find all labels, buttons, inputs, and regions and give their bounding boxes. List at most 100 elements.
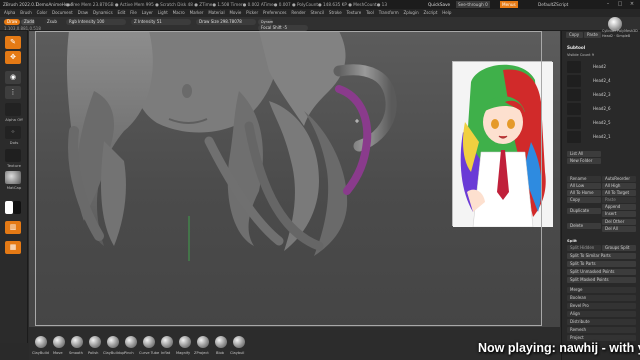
menu-zscript[interactable]: Zscript bbox=[424, 9, 438, 17]
menu-help[interactable]: Help bbox=[442, 9, 451, 17]
menu-movie[interactable]: Movie bbox=[229, 9, 241, 17]
menu-alpha[interactable]: Alpha bbox=[4, 9, 15, 17]
split-section-header[interactable]: Split bbox=[567, 238, 577, 244]
all-to-home-button[interactable]: All To Home bbox=[567, 190, 601, 196]
alpha-selector[interactable] bbox=[5, 103, 21, 116]
groups-split-button[interactable]: Groups Split bbox=[602, 245, 636, 251]
menus-button[interactable]: Menus bbox=[500, 1, 518, 8]
visible-count-slider[interactable]: Visible Count 9 bbox=[567, 53, 594, 58]
move-button[interactable]: ✥ bbox=[5, 51, 21, 64]
align-section[interactable]: Align bbox=[567, 311, 636, 317]
smooth-brush[interactable] bbox=[71, 336, 83, 348]
default-zscript-button[interactable]: DefaultZScript bbox=[538, 0, 568, 9]
blob-brush[interactable] bbox=[215, 336, 227, 348]
del-all-button[interactable]: Del All bbox=[602, 226, 636, 232]
menu-tool[interactable]: Tool bbox=[366, 9, 374, 17]
maximize-icon[interactable]: □ bbox=[614, 1, 626, 8]
new-folder-button[interactable]: New Folder bbox=[567, 158, 601, 164]
stroke-dots-selector[interactable]: ⁘ bbox=[5, 126, 21, 139]
subtool-paste-button[interactable]: Paste bbox=[602, 197, 636, 203]
minimize-icon[interactable]: – bbox=[602, 1, 614, 8]
bevel-pro-section[interactable]: Bevel Pro bbox=[567, 303, 636, 309]
split-masked-points-button[interactable]: Split Masked Points bbox=[567, 277, 636, 283]
zadd-button[interactable]: Zadd bbox=[21, 19, 35, 25]
stroke-selector[interactable]: ⋮ bbox=[5, 86, 21, 99]
viewport[interactable] bbox=[29, 31, 560, 327]
close-icon[interactable]: × bbox=[626, 1, 638, 8]
subtool-item[interactable]: Head2_4 bbox=[567, 75, 639, 87]
insert-button[interactable]: Insert bbox=[602, 211, 636, 217]
autoreorder-button[interactable]: AutoReorder bbox=[602, 176, 636, 182]
duplicate-button[interactable]: Duplicate bbox=[567, 208, 601, 214]
inflat-brush[interactable] bbox=[161, 336, 173, 348]
menu-marker[interactable]: Marker bbox=[190, 9, 204, 17]
menu-edit[interactable]: Edit bbox=[118, 9, 126, 17]
polish-brush[interactable] bbox=[89, 336, 101, 348]
append-button[interactable]: Append bbox=[602, 204, 636, 210]
all-to-target-button[interactable]: All To Target bbox=[602, 190, 636, 196]
distribute-section[interactable]: Distribute bbox=[567, 319, 636, 325]
menu-transform[interactable]: Transform bbox=[379, 9, 399, 17]
draw-size-slider[interactable]: Draw Size 298.78078 bbox=[196, 19, 256, 25]
draw-mode-button[interactable]: Draw bbox=[4, 19, 20, 25]
subtool-item[interactable]: Head2_5 bbox=[567, 117, 639, 129]
zsub-button[interactable]: Zsub bbox=[44, 19, 59, 25]
primary-color-swatch[interactable] bbox=[5, 201, 13, 214]
paste-tool-button[interactable]: Paste bbox=[584, 32, 601, 38]
menu-brush[interactable]: Brush bbox=[20, 9, 32, 17]
claybuil-brush[interactable] bbox=[233, 336, 245, 348]
list-all-button[interactable]: List All bbox=[567, 151, 601, 157]
menu-render[interactable]: Render bbox=[291, 9, 305, 17]
menu-stroke[interactable]: Stroke bbox=[329, 9, 342, 17]
split-to-parts-button[interactable]: Split To Parts bbox=[567, 261, 636, 267]
brush-selector[interactable]: ◉ bbox=[5, 71, 21, 84]
floor-button[interactable]: ▦ bbox=[5, 241, 21, 254]
subtool-header[interactable]: Subtool bbox=[567, 45, 585, 51]
menu-picker[interactable]: Picker bbox=[246, 9, 258, 17]
split-to-similar-parts-button[interactable]: Split To Similar Parts bbox=[567, 253, 636, 259]
del-other-button[interactable]: Del Other bbox=[602, 219, 636, 225]
menu-layer[interactable]: Layer bbox=[142, 9, 153, 17]
menu-file[interactable]: File bbox=[130, 9, 137, 17]
move-brush[interactable] bbox=[53, 336, 65, 348]
perspective-button[interactable]: ▥ bbox=[5, 221, 21, 234]
copy-tool-button[interactable]: Copy bbox=[566, 32, 583, 38]
secondary-color-swatch[interactable] bbox=[13, 201, 21, 214]
menu-color[interactable]: Color bbox=[37, 9, 47, 17]
rename-button[interactable]: Rename bbox=[567, 176, 601, 182]
quicksave-button[interactable]: QuickSave bbox=[428, 0, 450, 9]
subtool-copy-button[interactable]: Copy bbox=[567, 197, 601, 203]
menu-dynamics[interactable]: Dynamics bbox=[93, 9, 113, 17]
menu-macro[interactable]: Macro bbox=[173, 9, 185, 17]
all-low-button[interactable]: All Low bbox=[567, 183, 601, 189]
menu-document[interactable]: Document bbox=[52, 9, 73, 17]
claybuildup-brush[interactable] bbox=[107, 336, 119, 348]
menu-material[interactable]: Material bbox=[208, 9, 224, 17]
delete-button[interactable]: Delete bbox=[567, 223, 601, 229]
subtool-item[interactable]: Head2_1 bbox=[567, 131, 639, 143]
menu-zplugin[interactable]: Zplugin bbox=[404, 9, 419, 17]
menu-light[interactable]: Light bbox=[158, 9, 168, 17]
subtool-item[interactable]: Head2_3 bbox=[567, 89, 639, 101]
all-high-button[interactable]: All High bbox=[602, 183, 636, 189]
menu-draw[interactable]: Draw bbox=[78, 9, 88, 17]
merge-section[interactable]: Merge bbox=[567, 287, 636, 293]
zproject-brush[interactable] bbox=[197, 336, 209, 348]
matcap-selector[interactable] bbox=[5, 171, 21, 184]
curve-tube-brush[interactable] bbox=[143, 336, 155, 348]
remesh-section[interactable]: Remesh bbox=[567, 327, 636, 333]
split-unmasked-points-button[interactable]: Split Unmasked Points bbox=[567, 269, 636, 275]
menu-texture[interactable]: Texture bbox=[347, 9, 362, 17]
pinch-brush[interactable] bbox=[125, 336, 137, 348]
texture-selector[interactable] bbox=[5, 149, 21, 162]
claybuild-brush[interactable] bbox=[35, 336, 47, 348]
subtool-item[interactable]: Head2 bbox=[567, 61, 639, 73]
menu-stencil[interactable]: Stencil bbox=[311, 9, 325, 17]
boolean-section[interactable]: Boolean bbox=[567, 295, 636, 301]
split-hidden-button[interactable]: Split Hidden bbox=[567, 245, 601, 251]
subtool-item[interactable]: Head2_6 bbox=[567, 103, 639, 115]
rgb-intensity-slider[interactable]: Rgb Intensity 100 bbox=[66, 19, 126, 25]
see-through-slider[interactable]: See-through 0 bbox=[456, 1, 490, 8]
z-intensity-slider[interactable]: Z Intensity 51 bbox=[131, 19, 191, 25]
magnify-brush[interactable] bbox=[179, 336, 191, 348]
